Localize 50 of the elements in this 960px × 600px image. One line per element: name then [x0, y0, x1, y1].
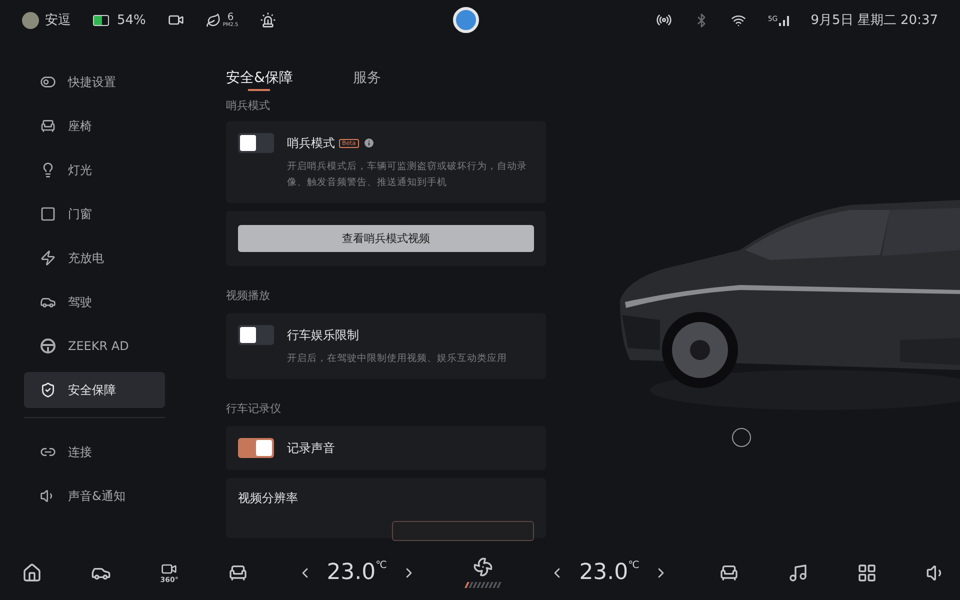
sidebar-item[interactable]: 安全保障 [24, 372, 165, 408]
pm-value: 6 [227, 12, 234, 22]
setting-description: 开启哨兵模式后，车辆可监测盗窃或破坏行为，自动录像、触发音频警告、推送通知到手机 [287, 160, 528, 190]
sidebar-item[interactable]: 充放电 [24, 240, 165, 276]
section-heading: 行车记录仪 [226, 401, 282, 416]
setting-title: 记录声音 [287, 440, 335, 456]
setting-description: 开启后，在驾驶中限制使用视频、娱乐互动类应用 [287, 352, 507, 366]
user-name: 安逗 [45, 12, 71, 29]
sidebar-item[interactable]: 门窗 [24, 196, 165, 232]
toggle-switch[interactable] [238, 325, 274, 345]
date-time: 9月5日 星期二 20:37 [810, 12, 938, 29]
steering-wheel-icon [40, 338, 56, 354]
menu-icon [40, 206, 56, 222]
menu-icon [40, 382, 56, 398]
apps-icon[interactable] [856, 562, 877, 582]
info-icon[interactable] [362, 137, 375, 149]
menu-icon [40, 118, 56, 134]
sidebar-item[interactable]: 快捷设置 [24, 64, 165, 100]
toggle-switch[interactable] [238, 438, 274, 458]
sidebar-item[interactable]: 灯光 [24, 152, 165, 188]
tab[interactable]: 安全&保障 [226, 69, 293, 89]
seat-icon[interactable] [228, 562, 248, 582]
menu-icon [40, 250, 56, 266]
home-icon[interactable] [22, 562, 42, 582]
sidebar-item[interactable]: 连接 [24, 434, 165, 470]
seat-icon[interactable] [718, 562, 739, 582]
user-avatar[interactable] [22, 12, 39, 28]
setting-title: 视频分辨率 [238, 490, 299, 507]
music-icon[interactable] [788, 562, 808, 582]
sidebar-item[interactable]: 座椅 [24, 108, 165, 144]
fan-icon[interactable] [473, 557, 494, 577]
battery-percent: 54% [117, 12, 146, 28]
leaf-icon [206, 12, 221, 28]
assistant-avatar[interactable] [453, 7, 479, 33]
toggle-switch[interactable] [238, 133, 274, 153]
signal-icon [778, 14, 789, 26]
temperature-value: 23.0℃ [326, 560, 387, 585]
section-heading: 哨兵模式 [226, 98, 271, 113]
sidebar-item[interactable]: 驾驶 [24, 284, 165, 320]
tab[interactable]: 服务 [352, 69, 381, 89]
view-videos-button[interactable]: 查看哨兵模式视频 [238, 225, 534, 252]
sidebar-item[interactable]: 声音&通知 [24, 478, 165, 514]
section-heading: 视频播放 [226, 288, 271, 303]
menu-icon [40, 74, 56, 90]
setting-title: 哨兵模式 [287, 134, 335, 152]
setting-title: 行车娱乐限制 [287, 326, 359, 344]
fan-level-meter [466, 582, 500, 588]
sidebar-item[interactable]: ZEEKR AD [24, 328, 165, 364]
temperature-value: 23.0℃ [579, 560, 640, 585]
alarm-icon[interactable] [260, 12, 276, 28]
